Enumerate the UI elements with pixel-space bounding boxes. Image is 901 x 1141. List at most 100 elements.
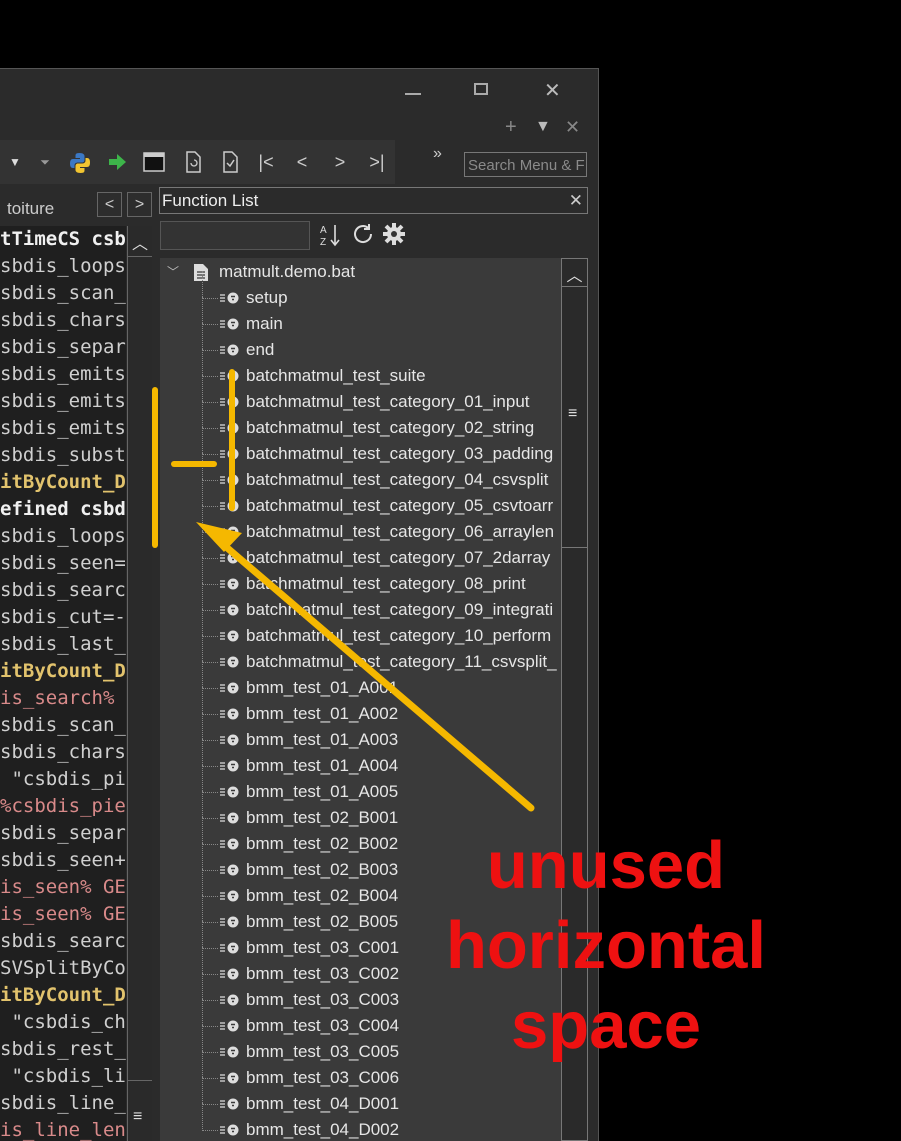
tree-guide-line bbox=[202, 271, 203, 297]
function-item[interactable]: bmm_test_01_A004 bbox=[160, 739, 562, 779]
tree-guide-line bbox=[202, 1077, 203, 1103]
tab-scroll-left-button[interactable]: < bbox=[97, 192, 122, 217]
function-label: batchmatmul_test_category_06_arraylen bbox=[246, 522, 555, 541]
tree-guide-line bbox=[202, 947, 203, 973]
tree-guide-line bbox=[202, 921, 203, 947]
function-item[interactable]: batchmatmul_test_category_01_input bbox=[160, 375, 562, 415]
tree-guide-branch bbox=[202, 1026, 218, 1027]
function-label: bmm_test_03_C002 bbox=[246, 964, 400, 983]
function-label: batchmatmul_test_category_04_csvsplit bbox=[246, 470, 549, 489]
scroll-thumb[interactable] bbox=[128, 256, 152, 1081]
function-item[interactable]: bmm_test_01_A003 bbox=[160, 713, 562, 753]
function-label: batchmatmul_test_category_09_integrati bbox=[246, 600, 554, 619]
sort-az-icon[interactable]: AZ bbox=[318, 222, 344, 248]
function-list-search-input[interactable] bbox=[160, 221, 310, 250]
previous-icon[interactable]: < bbox=[291, 151, 313, 173]
function-icon bbox=[220, 961, 240, 987]
scroll-grip-icon: ≡ bbox=[568, 405, 578, 422]
chevron-down-icon[interactable]: ﹀ bbox=[167, 259, 179, 285]
run-arrow-icon[interactable] bbox=[106, 151, 128, 173]
function-label: bmm_test_01_A003 bbox=[246, 730, 399, 749]
panel-dropdown-button[interactable]: ▼ bbox=[535, 118, 551, 136]
console-icon[interactable] bbox=[143, 151, 165, 173]
function-item[interactable]: batchmatmul_test_category_11_csvsplit_ bbox=[160, 635, 562, 675]
function-item[interactable]: batchmatmul_test_category_04_csvsplit bbox=[160, 453, 562, 493]
function-label: bmm_test_02_B002 bbox=[246, 834, 399, 853]
function-label: bmm_test_01_A005 bbox=[246, 782, 399, 801]
function-item[interactable]: bmm_test_01_A005 bbox=[160, 765, 562, 805]
tree-guide-line bbox=[202, 661, 203, 687]
minimize-button[interactable] bbox=[405, 80, 423, 98]
function-item[interactable]: bmm_test_03_C006 bbox=[160, 1051, 562, 1091]
python-icon[interactable] bbox=[68, 151, 90, 173]
function-item[interactable]: batchmatmul_test_category_08_print bbox=[160, 557, 562, 597]
code-line: sbdis_separ bbox=[0, 336, 126, 358]
next-icon[interactable]: > bbox=[329, 151, 351, 173]
function-item[interactable]: batchmatmul_test_category_06_arraylen bbox=[160, 505, 562, 545]
function-icon bbox=[220, 779, 240, 805]
function-label: batchmatmul_test_category_03_padding bbox=[246, 444, 554, 463]
function-item[interactable]: setup bbox=[160, 271, 562, 311]
annotation-line-1: unused bbox=[486, 828, 726, 903]
function-item[interactable]: main bbox=[160, 297, 562, 337]
scroll-thumb[interactable]: ≡ bbox=[562, 286, 587, 548]
scroll-grip-icon: ≡ bbox=[133, 1108, 143, 1125]
function-item[interactable]: bmm_test_04_D002 bbox=[160, 1103, 562, 1141]
tree-guide-line bbox=[202, 739, 203, 765]
function-item[interactable]: bmm_test_01_A001 bbox=[160, 661, 562, 701]
settings-gear-icon[interactable] bbox=[382, 222, 406, 246]
document-check-icon[interactable] bbox=[219, 151, 241, 173]
tree-guide-line bbox=[202, 401, 203, 427]
code-line: sbdis_seen+ bbox=[0, 849, 126, 871]
function-label: bmm_test_03_C003 bbox=[246, 990, 400, 1009]
code-line: sbdis_emits bbox=[0, 417, 126, 439]
editor-tab[interactable]: toiture bbox=[0, 190, 95, 224]
title-bar bbox=[0, 69, 598, 113]
function-label: bmm_test_02_B004 bbox=[246, 886, 399, 905]
function-label: batchmatmul_test_suite bbox=[246, 366, 426, 385]
maximize-button[interactable] bbox=[474, 83, 488, 95]
function-item[interactable]: batchmatmul_test_category_10_perform bbox=[160, 609, 562, 649]
scroll-up-icon[interactable]: ︿ bbox=[128, 230, 152, 254]
refresh-icon[interactable] bbox=[351, 222, 375, 246]
function-icon bbox=[220, 311, 240, 337]
close-window-button[interactable]: ✕ bbox=[544, 78, 564, 102]
tree-guide-branch bbox=[202, 376, 218, 377]
function-item[interactable]: batchmatmul_test_category_03_padding bbox=[160, 427, 562, 467]
function-label: bmm_test_01_A004 bbox=[246, 756, 399, 775]
function-item[interactable]: bmm_test_04_D001 bbox=[160, 1077, 562, 1117]
tree-guide-branch bbox=[202, 714, 218, 715]
function-item[interactable]: bmm_test_01_A002 bbox=[160, 687, 562, 727]
panel-add-button[interactable]: + bbox=[505, 116, 517, 139]
macro-dropdown-icon[interactable]: ⏷ bbox=[34, 151, 56, 173]
function-icon bbox=[220, 805, 240, 831]
scroll-up-icon[interactable]: ︿ bbox=[562, 262, 587, 286]
search-menu-input[interactable]: Search Menu & F bbox=[464, 152, 587, 177]
code-line: tTimeCS csb bbox=[0, 228, 126, 250]
first-icon[interactable]: |< bbox=[255, 151, 277, 173]
function-item[interactable]: batchmatmul_test_category_05_csvtoarr bbox=[160, 479, 562, 519]
function-item[interactable]: end bbox=[160, 323, 562, 363]
tree-guide-line bbox=[202, 817, 203, 843]
code-editor[interactable]: tTimeCS csb sbdis_loops sbdis_scan_ sbdis_c… bbox=[0, 226, 126, 1141]
editor-vertical-scrollbar[interactable]: ︿ ≡ bbox=[127, 226, 152, 1141]
function-label: bmm_test_03_C001 bbox=[246, 938, 400, 957]
tree-file-node[interactable]: ﹀ matmult.demo.bat bbox=[160, 259, 562, 285]
tree-guide-branch bbox=[202, 324, 218, 325]
panel-close-button[interactable]: ✕ bbox=[565, 117, 580, 138]
document-sync-icon[interactable] bbox=[182, 151, 204, 173]
dropdown-arrow-icon[interactable]: ▼ bbox=[4, 151, 26, 173]
function-icon bbox=[220, 727, 240, 753]
function-item[interactable]: batchmatmul_test_category_02_string bbox=[160, 401, 562, 441]
last-icon[interactable]: >| bbox=[366, 151, 388, 173]
function-list-close-icon[interactable]: ✕ bbox=[569, 188, 583, 213]
tab-scroll-right-button[interactable]: > bbox=[127, 192, 152, 217]
tree-guide-branch bbox=[202, 974, 218, 975]
code-line: sbdis_scan_ bbox=[0, 714, 126, 736]
function-item[interactable]: batchmatmul_test_category_07_2darray bbox=[160, 531, 562, 571]
tree-guide-line bbox=[202, 973, 203, 999]
toolbar-more-button[interactable]: » bbox=[433, 145, 442, 163]
tree-guide-line bbox=[202, 999, 203, 1025]
function-item[interactable]: batchmatmul_test_suite bbox=[160, 349, 562, 389]
function-item[interactable]: batchmatmul_test_category_09_integrati bbox=[160, 583, 562, 623]
